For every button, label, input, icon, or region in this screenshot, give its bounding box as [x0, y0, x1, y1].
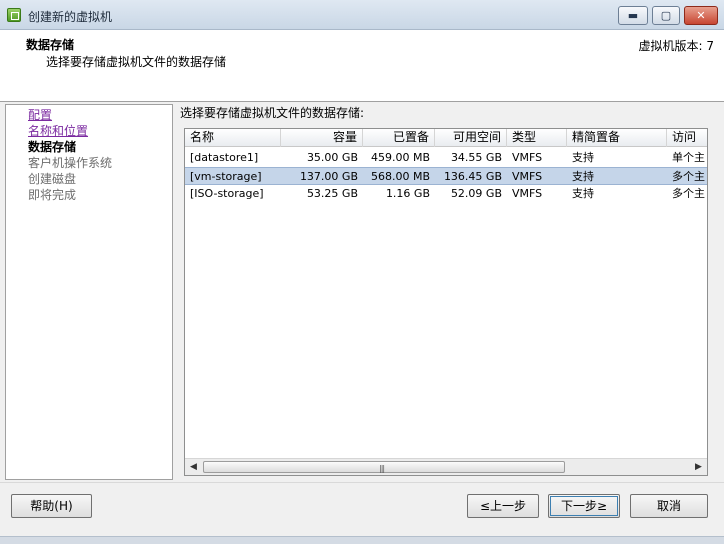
cell-capacity: 137.00 GB — [299, 170, 358, 183]
back-button[interactable]: ≤上一步 — [467, 494, 539, 518]
cell-free-space: 52.09 GB — [450, 187, 502, 200]
step-ready-complete: 即将完成 — [28, 188, 77, 202]
close-button[interactable]: ✕ — [684, 6, 718, 25]
datastore-list[interactable]: 名称 容量 已置备 可用空间 类型 精简置备 访问 [datastore1] 3… — [184, 128, 708, 476]
cell-thin-provisioning: 支持 — [572, 187, 594, 200]
title-bar: 创建新的虚拟机 ▬ ▢ ✕ — [0, 0, 724, 30]
scroll-right-icon[interactable]: ▶ — [690, 459, 707, 475]
minimize-button[interactable]: ▬ — [618, 6, 648, 25]
next-button[interactable]: 下一步≥ — [548, 494, 620, 518]
column-name[interactable]: 名称 — [185, 129, 281, 147]
table-row[interactable]: [datastore1] 35.00 GB 459.00 MB 34.55 GB… — [185, 149, 707, 167]
page-title: 数据存储 — [26, 38, 75, 52]
cell-provisioned: 459.00 MB — [370, 151, 430, 164]
step-configuration[interactable]: 配置 — [28, 107, 52, 123]
cancel-button[interactable]: 取消 — [630, 494, 708, 518]
scrollbar-thumb[interactable]: ||| — [203, 461, 565, 473]
cell-thin-provisioning: 支持 — [572, 170, 594, 183]
wizard-steps-panel: 配置 名称和位置 数据存储 客户机操作系统 创建磁盘 即将完成 — [5, 104, 173, 480]
list-header: 名称 容量 已置备 可用空间 类型 精简置备 访问 — [185, 129, 707, 147]
cell-capacity: 53.25 GB — [306, 187, 358, 200]
help-button[interactable]: 帮助(H) — [11, 494, 92, 518]
column-free-space[interactable]: 可用空间 — [435, 129, 507, 147]
table-row-selected[interactable]: [vm-storage] 137.00 GB 568.00 MB 136.45 … — [185, 167, 707, 185]
scroll-left-icon[interactable]: ◀ — [185, 459, 202, 475]
cell-thin-provisioning: 支持 — [572, 151, 594, 164]
maximize-button[interactable]: ▢ — [652, 6, 680, 25]
cell-name: [vm-storage] — [190, 170, 262, 183]
column-access[interactable]: 访问 — [667, 129, 707, 147]
cell-provisioned: 568.00 MB — [370, 170, 430, 183]
step-datastore: 数据存储 — [28, 140, 77, 154]
cell-type: VMFS — [512, 170, 543, 183]
vm-app-icon — [7, 8, 21, 22]
horizontal-scrollbar[interactable]: ◀ ||| ▶ — [185, 458, 707, 475]
cell-capacity: 35.00 GB — [306, 151, 358, 164]
wizard-footer: 帮助(H) ≤上一步 下一步≥ 取消 — [0, 482, 724, 536]
column-type[interactable]: 类型 — [507, 129, 567, 147]
step-name-location[interactable]: 名称和位置 — [28, 123, 88, 139]
cell-access: 单个主 — [672, 151, 705, 164]
wizard-header: 数据存储 选择要存储虚拟机文件的数据存储 虚拟机版本: 7 — [0, 30, 724, 102]
column-provisioned[interactable]: 已置备 — [363, 129, 435, 147]
list-rows: [datastore1] 35.00 GB 459.00 MB 34.55 GB… — [185, 149, 707, 203]
wizard-body: 配置 名称和位置 数据存储 客户机操作系统 创建磁盘 即将完成 选择要存储虚拟机… — [0, 102, 724, 482]
page-subtitle: 选择要存储虚拟机文件的数据存储 — [46, 55, 227, 69]
cell-free-space: 136.45 GB — [443, 170, 502, 183]
cell-name: [ISO-storage] — [190, 187, 264, 200]
column-thin-provisioning[interactable]: 精简置备 — [567, 129, 667, 147]
cell-free-space: 34.55 GB — [450, 151, 502, 164]
cell-type: VMFS — [512, 187, 543, 200]
grip-icon: ||| — [379, 464, 385, 473]
vm-version-label: 虚拟机版本: 7 — [638, 39, 715, 53]
datastore-prompt: 选择要存储虚拟机文件的数据存储: — [180, 106, 365, 120]
step-guest-os: 客户机操作系统 — [28, 156, 113, 170]
cell-type: VMFS — [512, 151, 543, 164]
cell-provisioned: 1.16 GB — [385, 187, 430, 200]
cell-access: 多个主 — [672, 170, 705, 183]
window-title: 创建新的虚拟机 — [28, 10, 113, 24]
step-create-disk: 创建磁盘 — [28, 172, 77, 186]
cell-name: [datastore1] — [190, 151, 259, 164]
table-row[interactable]: [ISO-storage] 53.25 GB 1.16 GB 52.09 GB … — [185, 185, 707, 203]
cell-access: 多个主 — [672, 187, 705, 200]
taskbar-strip — [0, 536, 724, 544]
column-capacity[interactable]: 容量 — [281, 129, 363, 147]
